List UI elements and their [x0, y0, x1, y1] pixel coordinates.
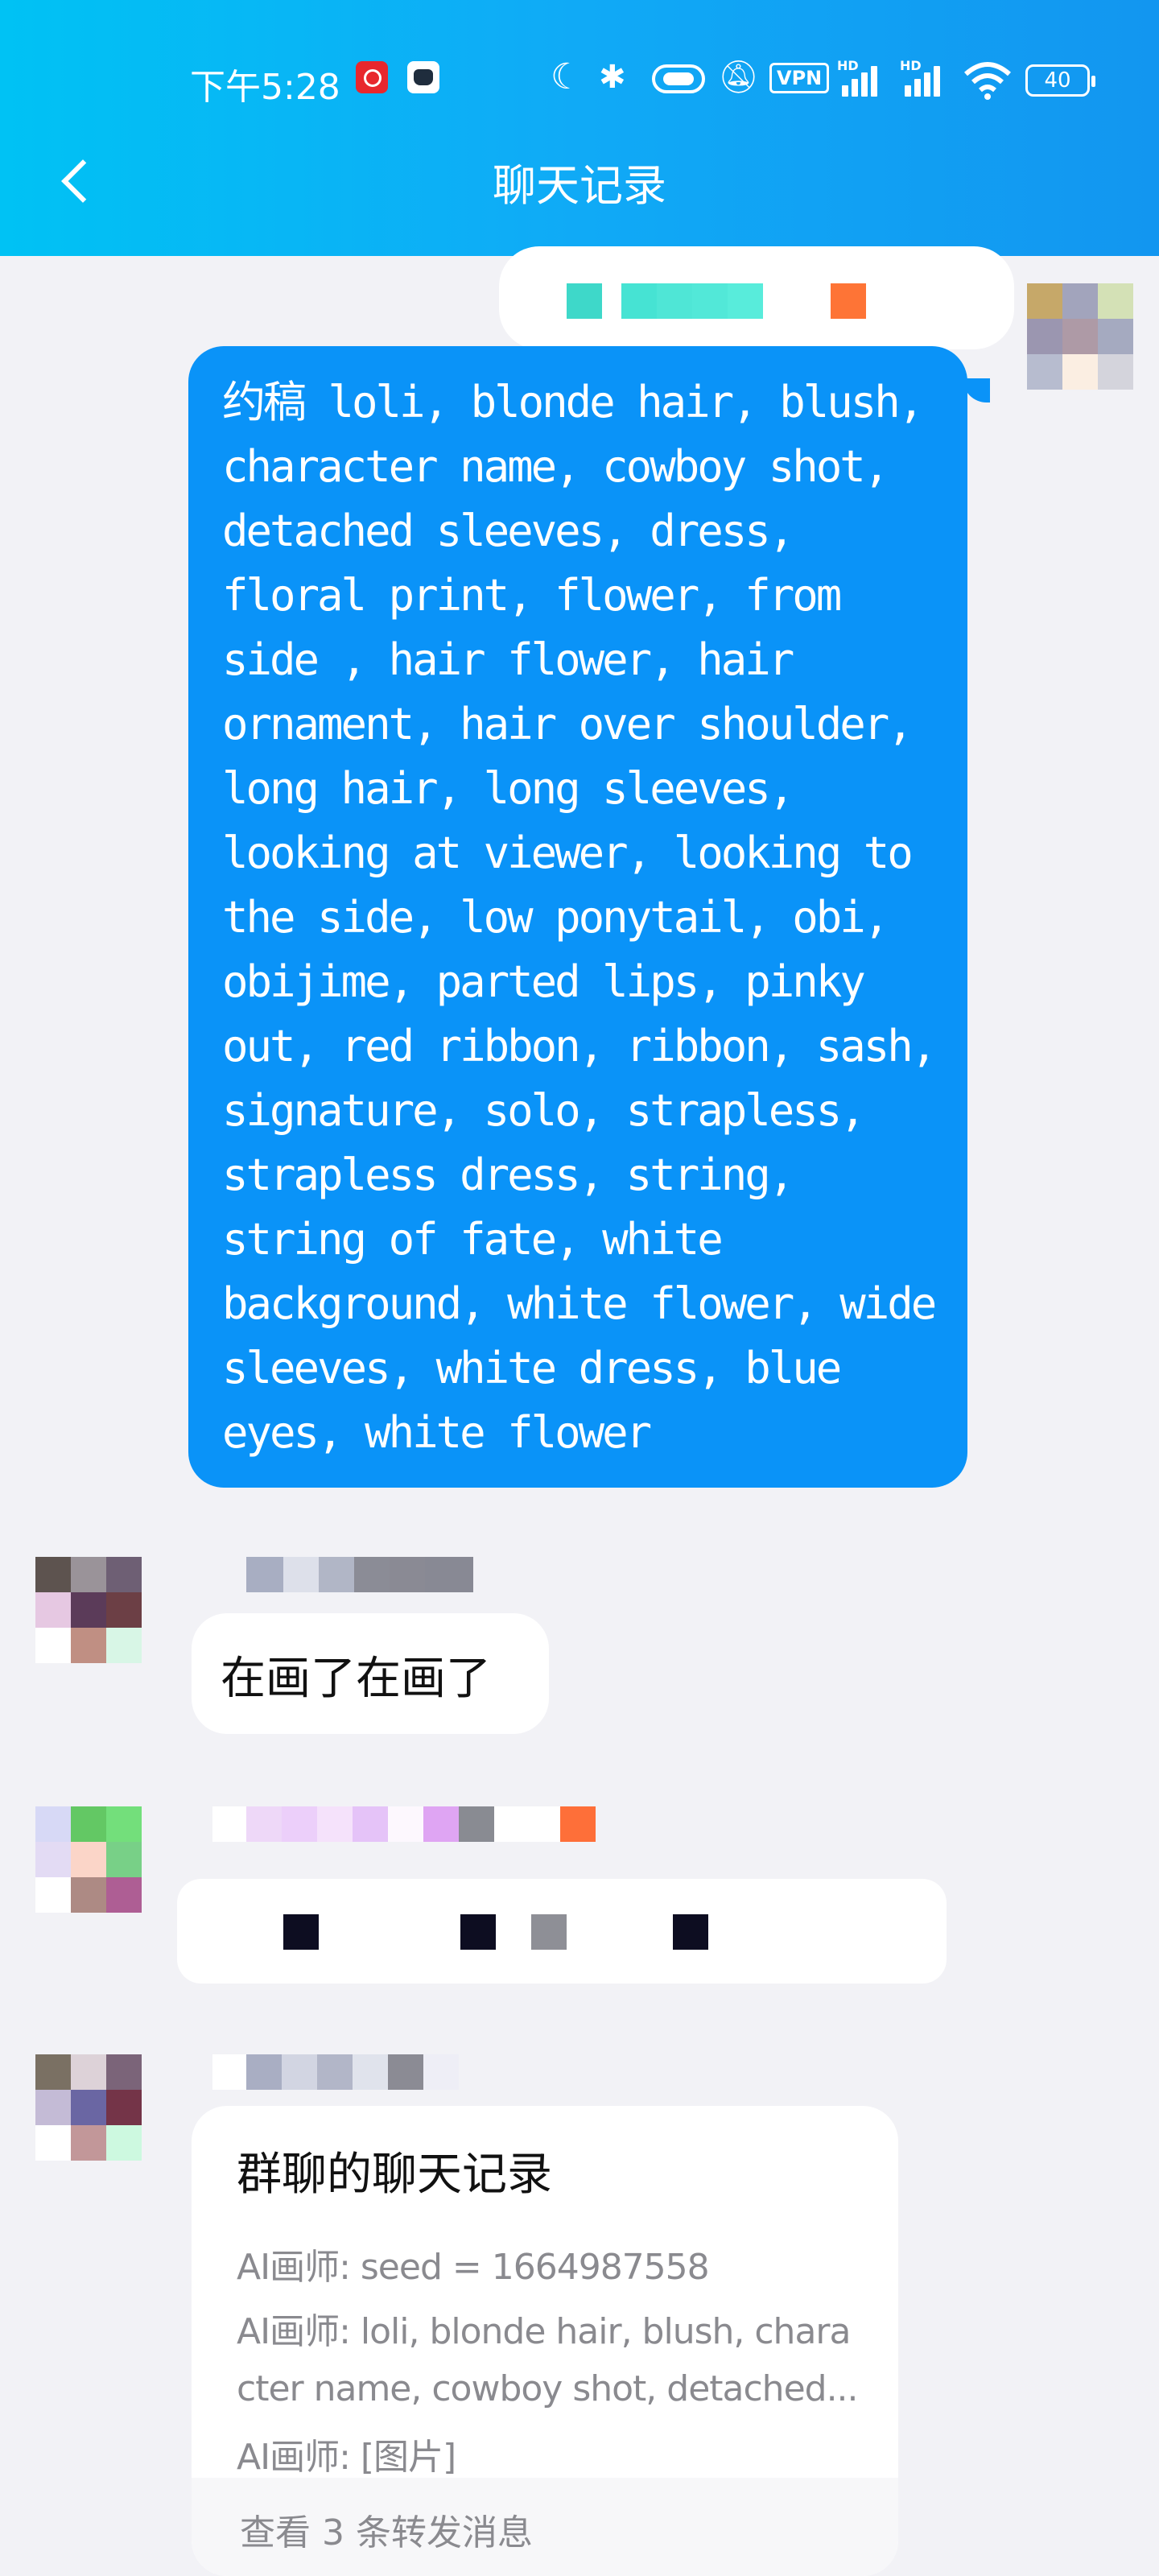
message-text: 在画了在画了	[221, 1653, 491, 1705]
forward-preview-line: cter name, cowboy shot, detached...	[237, 2368, 859, 2409]
chat-history-screen: 下午5:28 ☾ ✱ 🔕︎ VPN HD HD 40 聊天记录 约稿 loli,…	[0, 0, 1159, 2576]
received-message-bubble[interactable]: 在画了在画了	[192, 1613, 549, 1734]
moon-icon: ☾	[551, 56, 583, 97]
forwarded-chat-card[interactable]: 群聊的聊天记录 AI画师: seed = 1664987558 AI画师: lo…	[192, 2106, 898, 2576]
sender-name-mosaic	[567, 283, 866, 319]
forward-footer-label: 查看 3 条转发消息	[240, 2512, 533, 2553]
pixelated-content	[531, 1914, 567, 1950]
vpn-badge: VPN	[769, 63, 830, 93]
view-forwarded-messages-link[interactable]: 查看 3 条转发消息	[192, 2478, 898, 2576]
netease-music-icon	[356, 61, 388, 93]
sender-name-mosaic	[212, 2054, 459, 2090]
status-bar: 下午5:28 ☾ ✱ 🔕︎ VPN HD HD 40	[0, 53, 1159, 108]
forward-preview-line: AI画师: [图片]	[237, 2437, 456, 2478]
sender-avatar[interactable]	[35, 1806, 142, 1913]
forward-card-title: 群聊的聊天记录	[237, 2149, 552, 2201]
sender-name-mosaic	[246, 1557, 473, 1592]
battery-icon: 40	[1025, 64, 1095, 97]
pixelated-content	[460, 1914, 496, 1950]
wifi-icon	[963, 60, 1013, 100]
sender-name-mosaic	[212, 1806, 596, 1842]
sender-avatar[interactable]	[35, 2054, 142, 2161]
page-title: 聊天记录	[493, 160, 666, 211]
pixelated-content	[283, 1914, 319, 1950]
mute-bell-icon: 🔕︎	[718, 59, 759, 96]
pixelated-content	[673, 1914, 708, 1950]
received-message-bubble[interactable]	[177, 1879, 947, 1984]
status-time: 下午5:28	[190, 67, 340, 108]
cat-app-icon	[407, 61, 439, 93]
forward-preview-line: AI画师: loli, blonde hair, blush, chara	[237, 2311, 851, 2352]
signal-icon-2: HD	[900, 58, 951, 100]
sender-avatar[interactable]	[35, 1557, 142, 1663]
signal-icon: HD	[837, 58, 889, 100]
bluetooth-icon: ✱	[599, 59, 626, 96]
sent-message-bubble[interactable]: 约稿 loli, blonde hair, blush, character n…	[188, 346, 967, 1488]
vibrate-icon	[652, 64, 705, 93]
forward-preview-line: AI画师: seed = 1664987558	[237, 2247, 710, 2288]
message-text: 约稿 loli, blonde hair, blush, character n…	[222, 377, 937, 1458]
my-avatar[interactable]	[1027, 283, 1133, 390]
top-app-bar: 下午5:28 ☾ ✱ 🔕︎ VPN HD HD 40 聊天记录	[0, 0, 1159, 256]
